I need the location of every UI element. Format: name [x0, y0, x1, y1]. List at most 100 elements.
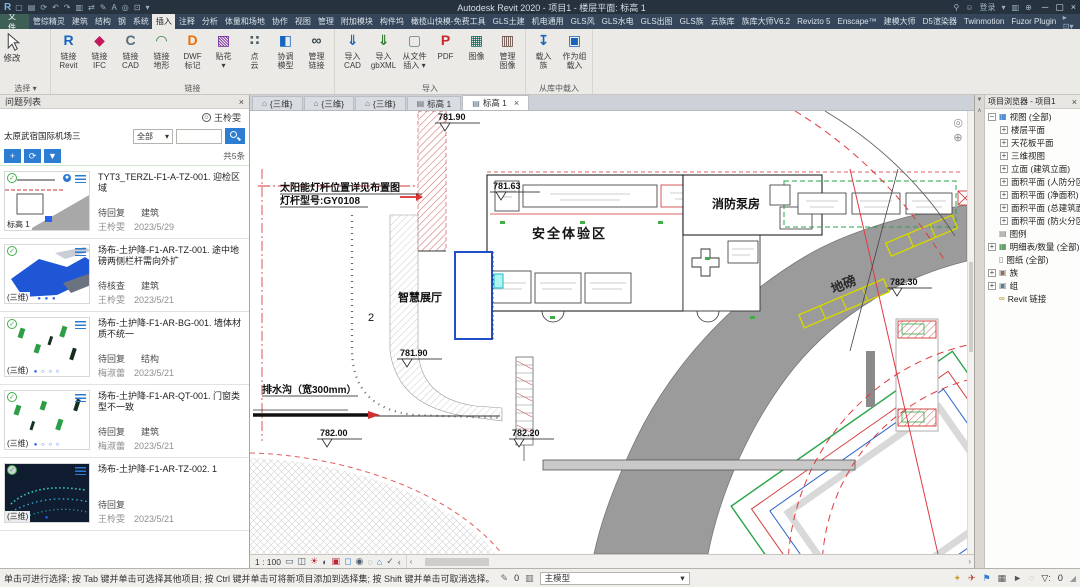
ribbon-tab[interactable]: 体量和场地 — [221, 14, 268, 29]
ribbon-tab[interactable]: Enscape™ — [834, 14, 880, 29]
snap-icon[interactable]: ◌ — [1029, 573, 1034, 583]
issue-card[interactable]: ✓标高 1TYT3_TERZL-F1-A-TZ-001. 迎检区域待回复建筑王柃… — [0, 166, 249, 239]
ribbon-button[interactable]: ◧协调 模型 — [270, 30, 301, 70]
ribbon-tab[interactable]: 协作 — [268, 14, 291, 29]
background-process-icon[interactable]: ▦ — [998, 573, 1007, 584]
filter-button[interactable]: ▼ — [44, 149, 61, 163]
modify-button[interactable]: 修改 — [3, 30, 21, 64]
expand-icon[interactable]: + — [1000, 126, 1008, 134]
ribbon-tab[interactable]: GLS土建 — [489, 14, 528, 29]
exclusion-icon[interactable]: ✎ — [501, 573, 509, 584]
ribbon-button[interactable]: ▧贴花 ▾ — [208, 30, 239, 70]
tab-overflow-icon[interactable]: ▸ ⊡▾ — [1060, 14, 1080, 29]
ribbon-button[interactable]: PPDF — [430, 30, 461, 61]
select-toggle-icon[interactable]: ► — [1013, 573, 1022, 583]
issues-panel-close-icon[interactable]: × — [239, 97, 244, 107]
qat-dropdown-icon[interactable]: ▾ — [145, 3, 149, 12]
menu-icon[interactable] — [75, 248, 86, 256]
show-crop-icon[interactable]: ◻ — [344, 556, 351, 567]
ribbon-button[interactable]: ◆链接 IFC — [84, 30, 115, 70]
ribbon-tab[interactable]: 管综精灵 — [29, 14, 68, 29]
ribbon-button[interactable]: ▣作为组 载入 — [559, 30, 590, 70]
ribbon-tab[interactable]: 附加模块 — [337, 14, 376, 29]
drawing-canvas[interactable]: 地磅 — [250, 111, 974, 554]
undo-icon[interactable]: ↶ — [52, 3, 59, 12]
issue-thumbnail[interactable]: ✓标高 1 — [4, 171, 90, 231]
pin-icon[interactable] — [63, 174, 71, 182]
issue-thumbnail[interactable]: ✓● ● ●(三维) — [4, 244, 90, 304]
ribbon-tab[interactable]: Twinmotion — [960, 14, 1007, 29]
text-icon[interactable]: A — [111, 3, 116, 12]
constraints-icon[interactable]: ✓ — [386, 556, 394, 567]
panel-menu-icon[interactable]: ▼ — [977, 97, 983, 103]
more-icon[interactable]: ‹ — [398, 557, 401, 567]
file-tab[interactable]: 文件 — [0, 14, 29, 29]
tree-item[interactable]: ▤图例 — [985, 227, 1080, 240]
ribbon-tab[interactable]: GLS出图 — [637, 14, 676, 29]
expand-icon[interactable]: + — [1000, 165, 1008, 173]
signin-icon[interactable]: ☺ — [965, 3, 973, 12]
ribbon-tab[interactable]: 插入 — [152, 14, 175, 29]
horizontal-scrollbar[interactable]: ‹ › — [406, 555, 974, 568]
open-icon[interactable]: ▢ — [15, 3, 23, 12]
ribbon-tab[interactable]: 钢 — [114, 14, 129, 29]
select-group-label[interactable]: 选择 ▾ — [3, 83, 48, 94]
filter-icon[interactable]: ▽: — [1041, 573, 1050, 584]
tree-item[interactable]: +▣族 — [985, 266, 1080, 279]
section-icon[interactable]: ⊡ — [134, 3, 141, 12]
shadows-icon[interactable]: ◐ — [322, 557, 327, 567]
view-tab[interactable]: ⌂{三维} — [304, 96, 355, 110]
tag-icon[interactable]: ✎ — [100, 3, 107, 12]
view-tab[interactable]: ▤标高 1× — [462, 95, 529, 110]
tree-item[interactable]: +楼层平面 — [985, 123, 1080, 136]
ribbon-tab[interactable]: 建模大师 — [880, 14, 919, 29]
refresh-button[interactable]: ⟳ — [24, 149, 41, 163]
sync-icon[interactable]: ⟳ — [40, 3, 47, 12]
measure-icon[interactable]: ⇄ — [88, 3, 95, 12]
issue-thumbnail[interactable]: ✓● ○ ○ ○(三维) — [4, 317, 90, 377]
visual-style-icon[interactable]: ◫ — [298, 556, 307, 567]
view-tab[interactable]: ▤标高 1 — [407, 96, 462, 110]
ribbon-button[interactable]: C链接 CAD — [115, 30, 146, 70]
design-option-select[interactable]: 主模型▾ — [540, 572, 690, 585]
sun-path-icon[interactable]: ☀ — [310, 556, 318, 567]
menu-icon[interactable] — [75, 467, 86, 475]
tree-item[interactable]: +面积平面 (净面积) — [985, 188, 1080, 201]
revit-logo-icon[interactable]: R — [4, 2, 11, 13]
issue-thumbnail[interactable]: ✓●(三维) — [4, 463, 90, 523]
issue-card[interactable]: ✓●(三维)场布-土护降-F1-AR-TZ-002. 1待回复王柃雯2023/5… — [0, 458, 249, 531]
filter-select[interactable]: 全部▾ — [133, 129, 173, 144]
issue-card[interactable]: ✓● ○ ○ ○(三维)场布-土护降-F1-AR-BG-001. 墙体材质不统一… — [0, 312, 249, 385]
panel-handle-strip[interactable]: ▼ ∧ — [975, 95, 985, 568]
ribbon-tab[interactable]: 机电通用 — [528, 14, 567, 29]
ribbon-tab[interactable]: 云族库 — [707, 14, 738, 29]
temporary-view-icon[interactable]: ⌂ — [377, 557, 382, 567]
tree-item[interactable]: +天花板平面 — [985, 136, 1080, 149]
scroll-left-icon[interactable]: ‹ — [407, 557, 416, 566]
resize-grip[interactable]: ◢ — [1070, 574, 1076, 583]
expand-icon[interactable]: + — [1000, 178, 1008, 186]
search-input[interactable] — [176, 129, 222, 144]
collapse-icon[interactable]: − — [988, 113, 996, 121]
ribbon-button[interactable]: ↧载入 族 — [528, 30, 559, 70]
ribbon-button[interactable]: ⇓导入 gbXML — [368, 30, 399, 70]
redo-icon[interactable]: ↷ — [64, 3, 71, 12]
save-icon[interactable]: ▤ — [28, 3, 36, 12]
vertical-scrollbar[interactable] — [967, 111, 974, 554]
ribbon-button[interactable]: ∷点 云 — [239, 30, 270, 70]
expand-icon[interactable]: + — [1000, 204, 1008, 212]
expand-icon[interactable]: + — [1000, 152, 1008, 160]
ribbon-tab[interactable]: GLS水电 — [598, 14, 637, 29]
expand-icon[interactable]: + — [988, 282, 996, 290]
tree-item[interactable]: +面积平面 (防火分区面积) — [985, 214, 1080, 227]
ribbon-tab[interactable]: 分析 — [198, 14, 221, 29]
steering-wheel-icon[interactable]: ◎ — [953, 116, 963, 129]
ribbon-button[interactable]: ⇓导入 CAD — [337, 30, 368, 70]
scale-control[interactable]: 1 : 100 — [255, 557, 281, 567]
menu-icon[interactable] — [75, 321, 86, 329]
project-browser-close-icon[interactable]: × — [1072, 97, 1077, 107]
ribbon-button[interactable]: ▢从文件 插入 ▾ — [399, 30, 430, 70]
crop-view-icon[interactable]: ▣ — [332, 556, 341, 567]
zoom-tool-icon[interactable]: ⊕ — [953, 131, 963, 144]
signin-label[interactable]: 登录 — [980, 2, 996, 13]
